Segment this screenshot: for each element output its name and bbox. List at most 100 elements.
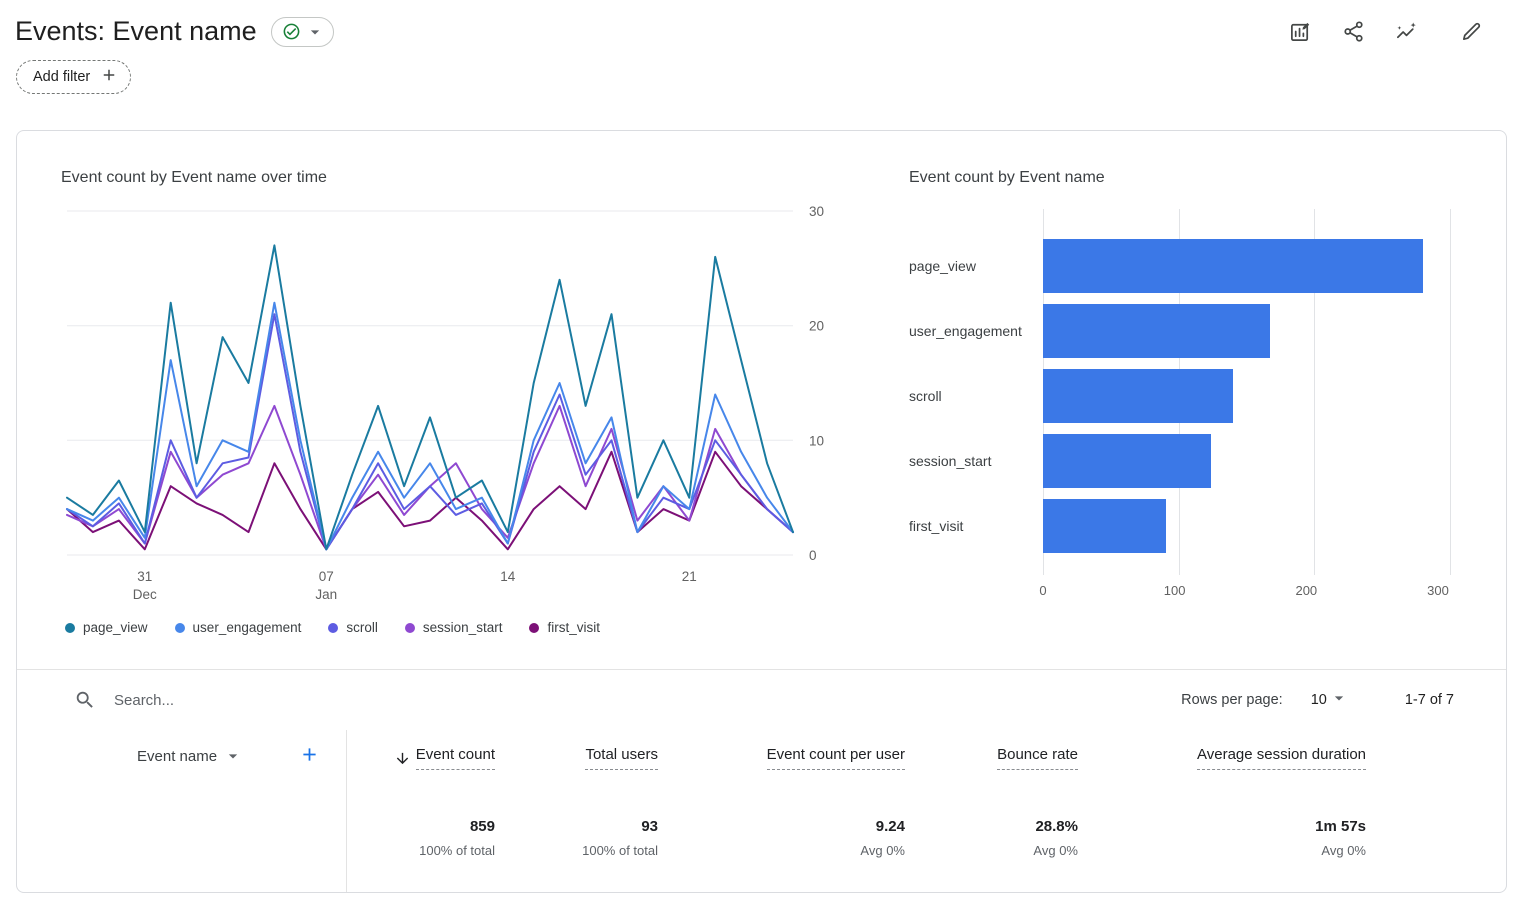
bar-row-scroll: scroll <box>909 369 1450 423</box>
bar-row-session-start: session_start <box>909 434 1450 488</box>
line-chart-title: Event count by Event name over time <box>61 169 857 187</box>
svg-text:0: 0 <box>809 548 817 563</box>
charts-row: Event count by Event name over time 0 10 2… <box>17 131 1506 635</box>
bar-axis-tick: 0 <box>1039 583 1046 598</box>
chevron-down-icon <box>305 22 325 42</box>
bar[interactable] <box>1043 499 1166 553</box>
legend-label: user_engagement <box>193 620 302 635</box>
bar-row-first-visit: first_visit <box>909 499 1450 553</box>
search-input[interactable] <box>112 691 1181 710</box>
pagination-controls: Rows per page: 10 1-7 of 7 <box>1181 688 1454 712</box>
dimension-header-label[interactable]: Event name <box>137 748 217 765</box>
insights-button[interactable] <box>1392 18 1420 46</box>
report-header: Events: Event name <box>0 0 1523 94</box>
report-status-chip[interactable] <box>271 17 334 47</box>
bar-track <box>1043 304 1450 358</box>
svg-text:20: 20 <box>809 319 824 334</box>
bar-chart-section: Event count by Event name page_viewuser_… <box>909 169 1462 635</box>
line-chart[interactable]: 010203031Dec07Jan1421 <box>61 199 857 612</box>
svg-text:30: 30 <box>809 204 824 219</box>
table-toolbar: Rows per page: 10 1-7 of 7 <box>17 670 1506 730</box>
total-subtext: Avg 0% <box>905 843 1078 858</box>
legend-label: first_visit <box>547 620 600 635</box>
totals-cell-bounce-rate: 28.8% Avg 0% <box>905 782 1078 892</box>
column-header-total-users[interactable]: Total users <box>495 730 658 782</box>
bar-track <box>1043 499 1450 553</box>
totals-cell-average-session-duration: 1m 57s Avg 0% <box>1078 782 1366 892</box>
svg-text:31: 31 <box>137 569 152 584</box>
total-subtext: Avg 0% <box>1078 843 1366 858</box>
svg-text:14: 14 <box>500 569 516 584</box>
bar-category-label: page_view <box>909 256 1043 276</box>
bar[interactable] <box>1043 434 1211 488</box>
add-dimension-button[interactable] <box>299 744 320 768</box>
sort-descending-icon <box>394 750 411 767</box>
column-header-average-session-duration[interactable]: Average session duration <box>1078 730 1366 782</box>
legend-item-scroll: scroll <box>328 620 378 635</box>
bar-category-label: scroll <box>909 386 1043 406</box>
line-chart-svg: 010203031Dec07Jan1421 <box>61 199 857 607</box>
total-subtext: 100% of total <box>347 843 495 858</box>
totals-cell-event-count: 859 100% of total <box>347 782 495 892</box>
series-session-start <box>67 406 793 549</box>
table-totals-row: 859100% of total93100% of total9.24Avg 0… <box>17 782 1506 892</box>
totals-dimension-cell <box>17 782 347 892</box>
legend-item-session-start: session_start <box>405 620 503 635</box>
add-filter-label: Add filter <box>33 69 90 85</box>
column-header-event-count[interactable]: Event count <box>347 730 495 782</box>
plus-icon <box>100 66 118 88</box>
total-value: 93 <box>495 818 658 835</box>
legend-dot-icon <box>175 623 185 633</box>
edit-icon <box>1460 20 1483 43</box>
total-value: 9.24 <box>658 818 905 835</box>
insights-icon <box>1395 20 1418 43</box>
bar-track <box>1043 369 1450 423</box>
add-filter-button[interactable]: Add filter <box>16 60 131 94</box>
customize-report-button[interactable] <box>1286 18 1314 46</box>
legend-label: scroll <box>346 620 378 635</box>
legend-dot-icon <box>405 623 415 633</box>
column-header-event-count-per-user[interactable]: Event count per user <box>658 730 905 782</box>
rows-per-page-select[interactable]: 10 <box>1311 688 1349 712</box>
chart-legend: page_view user_engagement scroll session_st… <box>61 620 857 635</box>
bar-category-label: user_engagement <box>909 321 1043 341</box>
series-first-visit <box>67 452 793 550</box>
check-circle-icon <box>282 22 301 41</box>
share-icon <box>1342 20 1365 43</box>
page-title: Events: Event name <box>15 16 257 47</box>
bar-axis-tick: 200 <box>1295 583 1317 598</box>
total-value: 859 <box>347 818 495 835</box>
svg-text:10: 10 <box>809 433 824 448</box>
chevron-down-icon <box>1329 688 1349 712</box>
svg-text:07: 07 <box>319 569 334 584</box>
rows-per-page-value: 10 <box>1311 692 1327 708</box>
total-subtext: Avg 0% <box>658 843 905 858</box>
bar-chart[interactable]: page_view user_engagementscroll session_st… <box>909 209 1462 605</box>
legend-dot-icon <box>65 623 75 633</box>
bar[interactable] <box>1043 239 1423 293</box>
bar[interactable] <box>1043 304 1270 358</box>
column-header-bounce-rate[interactable]: Bounce rate <box>905 730 1078 782</box>
report-toolbar <box>1286 18 1485 46</box>
bar-axis-tick: 100 <box>1164 583 1186 598</box>
legend-label: page_view <box>83 620 148 635</box>
bar[interactable] <box>1043 369 1233 423</box>
bar-axis-tick: 300 <box>1427 583 1449 598</box>
customize-report-icon <box>1289 20 1312 43</box>
legend-item-first-visit: first_visit <box>529 620 600 635</box>
svg-text:21: 21 <box>682 569 697 584</box>
edit-button[interactable] <box>1457 18 1485 46</box>
chevron-down-icon[interactable] <box>223 746 243 766</box>
legend-label: session_start <box>423 620 503 635</box>
share-button[interactable] <box>1339 18 1367 46</box>
plus-icon <box>299 744 320 768</box>
table-section: Rows per page: 10 1-7 of 7 Event name <box>17 669 1506 892</box>
bar-category-label: first_visit <box>909 516 1043 536</box>
total-value: 28.8% <box>905 818 1078 835</box>
svg-text:Jan: Jan <box>315 587 337 602</box>
bar-rows: page_view user_engagementscroll session_st… <box>909 209 1450 575</box>
total-value: 1m 57s <box>1078 818 1366 835</box>
bar-row-user-engagement: user_engagement <box>909 304 1450 358</box>
legend-dot-icon <box>328 623 338 633</box>
legend-item-user-engagement: user_engagement <box>175 620 302 635</box>
